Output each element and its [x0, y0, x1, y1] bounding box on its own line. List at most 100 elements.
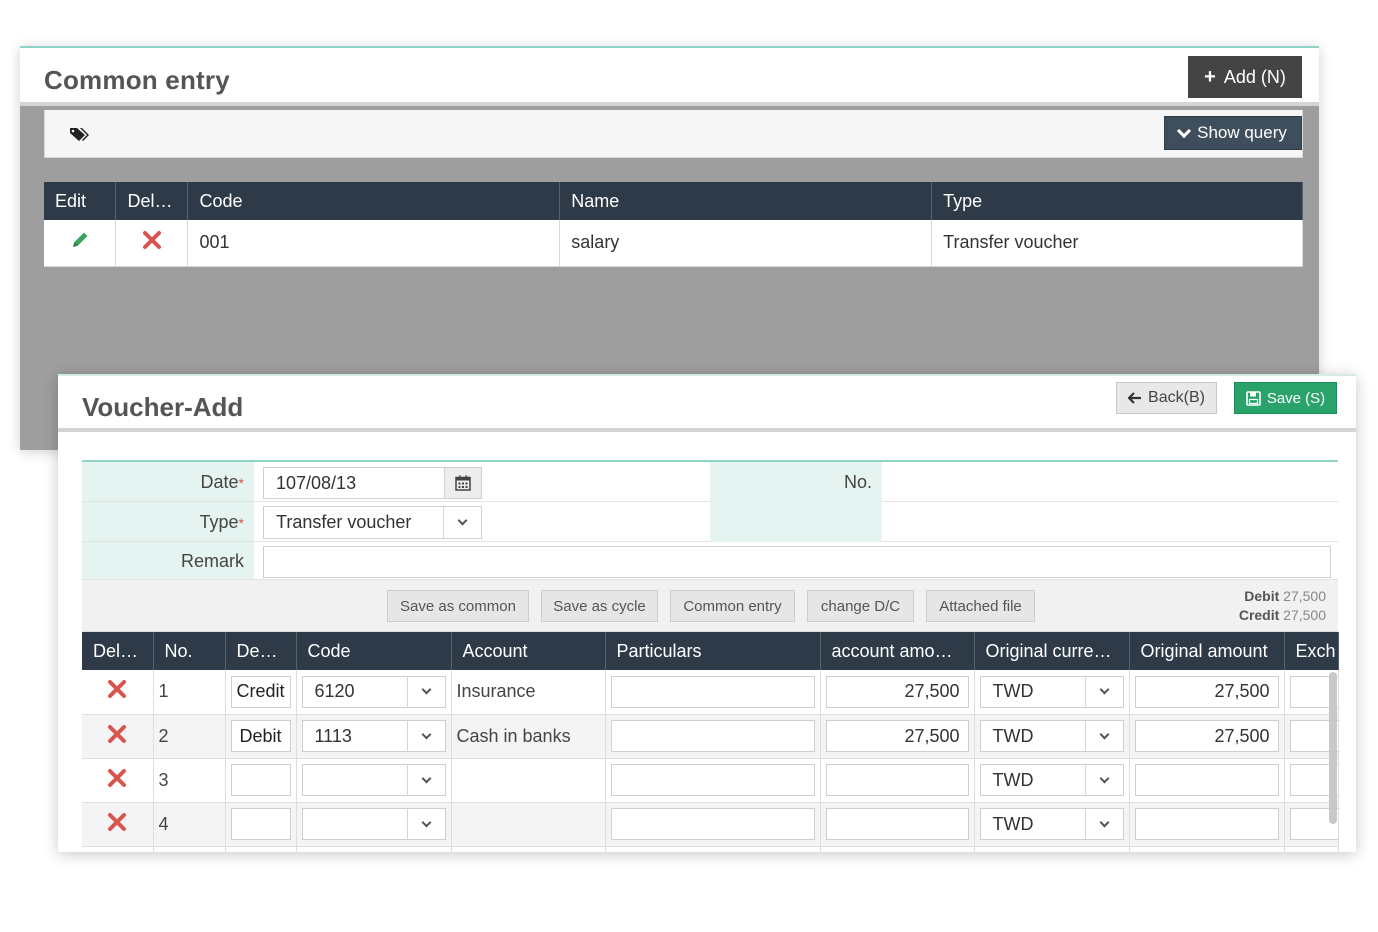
- column-header-account[interactable]: Account: [451, 632, 606, 670]
- currency-cell: TWD: [974, 758, 1130, 803]
- particulars-input[interactable]: [610, 720, 815, 752]
- code-select[interactable]: 1113: [301, 720, 446, 752]
- particulars-input[interactable]: [610, 808, 815, 840]
- type-select[interactable]: Transfer voucher: [263, 506, 482, 539]
- show-query-button[interactable]: Show query: [1164, 116, 1302, 150]
- original-amount-input[interactable]: [1134, 764, 1279, 796]
- particulars-cell: [605, 758, 821, 803]
- particulars-input[interactable]: [610, 764, 815, 796]
- account-amount-cell: 27,500: [820, 670, 975, 715]
- original-amount-input[interactable]: 27,500: [1134, 675, 1279, 708]
- line-no: 2: [153, 714, 226, 759]
- type-value: Transfer voucher: [276, 512, 412, 532]
- column-header-edit[interactable]: Edit: [44, 182, 117, 220]
- column-header-delete[interactable]: Del…: [115, 182, 189, 220]
- account-amount-input[interactable]: 27,500: [825, 675, 969, 708]
- dc-input[interactable]: [230, 808, 291, 840]
- dc-cell: [225, 802, 297, 847]
- remark-label: Remark: [82, 542, 254, 579]
- pencil-icon[interactable]: [69, 229, 91, 251]
- table-row: 3 TWD: [82, 758, 1339, 803]
- currency-value: TWD: [992, 681, 1034, 702]
- column-header-original-amount[interactable]: Original amount: [1129, 632, 1285, 670]
- calendar-button[interactable]: [444, 467, 482, 499]
- account-name: [451, 758, 606, 803]
- save-as-cycle-button[interactable]: Save as cycle: [541, 590, 658, 622]
- debit-total: Debit 27,500: [1244, 588, 1326, 604]
- date-row: Date* 107/08/13 No.: [82, 462, 1338, 502]
- floppy-disk-icon: [1246, 390, 1261, 406]
- tags-icon[interactable]: [69, 126, 91, 142]
- code-select[interactable]: [301, 808, 446, 840]
- column-header-debit-credit[interactable]: De…: [225, 632, 297, 670]
- column-header-exchange[interactable]: Exch: [1284, 632, 1339, 670]
- original-amount-input[interactable]: 27,500: [1134, 720, 1279, 752]
- currency-select[interactable]: TWD: [979, 764, 1124, 796]
- currency-value: TWD: [992, 725, 1034, 746]
- column-header-name[interactable]: Name: [559, 182, 933, 220]
- dc-input[interactable]: [230, 764, 291, 796]
- currency-select[interactable]: TWD: [979, 720, 1124, 752]
- particulars-input[interactable]: [610, 675, 815, 708]
- table-row[interactable]: 001 salary Transfer voucher: [44, 220, 1303, 267]
- currency-cell: TWD: [974, 714, 1130, 759]
- dc-input[interactable]: Debit: [230, 720, 291, 752]
- add-button[interactable]: + Add (N): [1188, 56, 1302, 98]
- currency-select[interactable]: TWD: [979, 808, 1124, 840]
- save-as-common-button[interactable]: Save as common: [387, 590, 529, 622]
- credit-total: Credit 27,500: [1238, 607, 1326, 623]
- account-amount-cell: [820, 758, 975, 803]
- table-header-row: Edit Del… Code Name Type: [44, 182, 1303, 220]
- back-button[interactable]: Back(B): [1116, 382, 1217, 414]
- code-select[interactable]: [301, 764, 446, 796]
- column-header-original-currency[interactable]: Original curre…: [974, 632, 1130, 670]
- code-select[interactable]: 6120: [301, 675, 446, 708]
- add-button-label: Add (N): [1223, 66, 1286, 87]
- table-row: 4 TWD: [82, 802, 1339, 847]
- chevron-down-icon: [421, 817, 431, 827]
- column-header-code[interactable]: Code: [187, 182, 561, 220]
- change-dc-button[interactable]: change D/C: [807, 590, 914, 622]
- account-amount-input[interactable]: [825, 808, 969, 840]
- table-row: 1 Credit 6120 Insurance 27,500 TWD 27,50…: [82, 670, 1339, 715]
- dc-input[interactable]: Credit: [230, 675, 291, 708]
- delete-x-icon[interactable]: [107, 768, 127, 788]
- column-header-type[interactable]: Type: [931, 182, 1303, 220]
- show-query-label: Show query: [1197, 123, 1287, 142]
- account-amount-input[interactable]: [825, 764, 969, 796]
- column-header-no[interactable]: No.: [153, 632, 226, 670]
- delete-x-icon[interactable]: [107, 724, 127, 744]
- code-cell: 1113: [296, 714, 452, 759]
- dc-cell: [225, 758, 297, 803]
- account-amount-input[interactable]: 27,500: [825, 720, 969, 752]
- save-button[interactable]: Save (S): [1234, 382, 1337, 414]
- code-cell: [296, 802, 452, 847]
- original-amount-cell: 27,500: [1129, 714, 1285, 759]
- table-scrollbar[interactable]: [1329, 672, 1337, 824]
- common-entry-button[interactable]: Common entry: [670, 590, 795, 622]
- chevron-down-icon: [421, 684, 431, 695]
- delete-x-icon[interactable]: [107, 812, 127, 832]
- particulars-cell: [605, 714, 821, 759]
- attached-file-button[interactable]: Attached file: [926, 590, 1035, 622]
- delete-cell: [82, 670, 154, 715]
- date-field[interactable]: 107/08/13: [263, 467, 445, 499]
- code-cell: [296, 758, 452, 803]
- column-header-code[interactable]: Code: [296, 632, 452, 670]
- delete-cell: [115, 220, 189, 267]
- currency-select[interactable]: TWD: [979, 675, 1124, 708]
- code-value: 6120: [314, 681, 355, 702]
- account-amount-cell: [820, 802, 975, 847]
- column-header-particulars[interactable]: Particulars: [605, 632, 821, 670]
- column-header-delete[interactable]: Del…: [82, 632, 154, 670]
- table-header-row: Del… No. De… Code Account Particulars ac…: [82, 632, 1339, 670]
- delete-x-icon[interactable]: [107, 679, 127, 699]
- column-header-account-amount[interactable]: account amo…: [820, 632, 975, 670]
- table-row: 2 Debit 1113 Cash in banks 27,500 TWD 27…: [82, 714, 1339, 759]
- original-amount-input[interactable]: [1134, 808, 1279, 840]
- particulars-cell: [605, 670, 821, 715]
- chevron-down-icon: [421, 773, 431, 783]
- delete-x-icon[interactable]: [142, 230, 162, 250]
- row-type: Transfer voucher: [931, 220, 1303, 267]
- remark-input[interactable]: [263, 546, 1331, 578]
